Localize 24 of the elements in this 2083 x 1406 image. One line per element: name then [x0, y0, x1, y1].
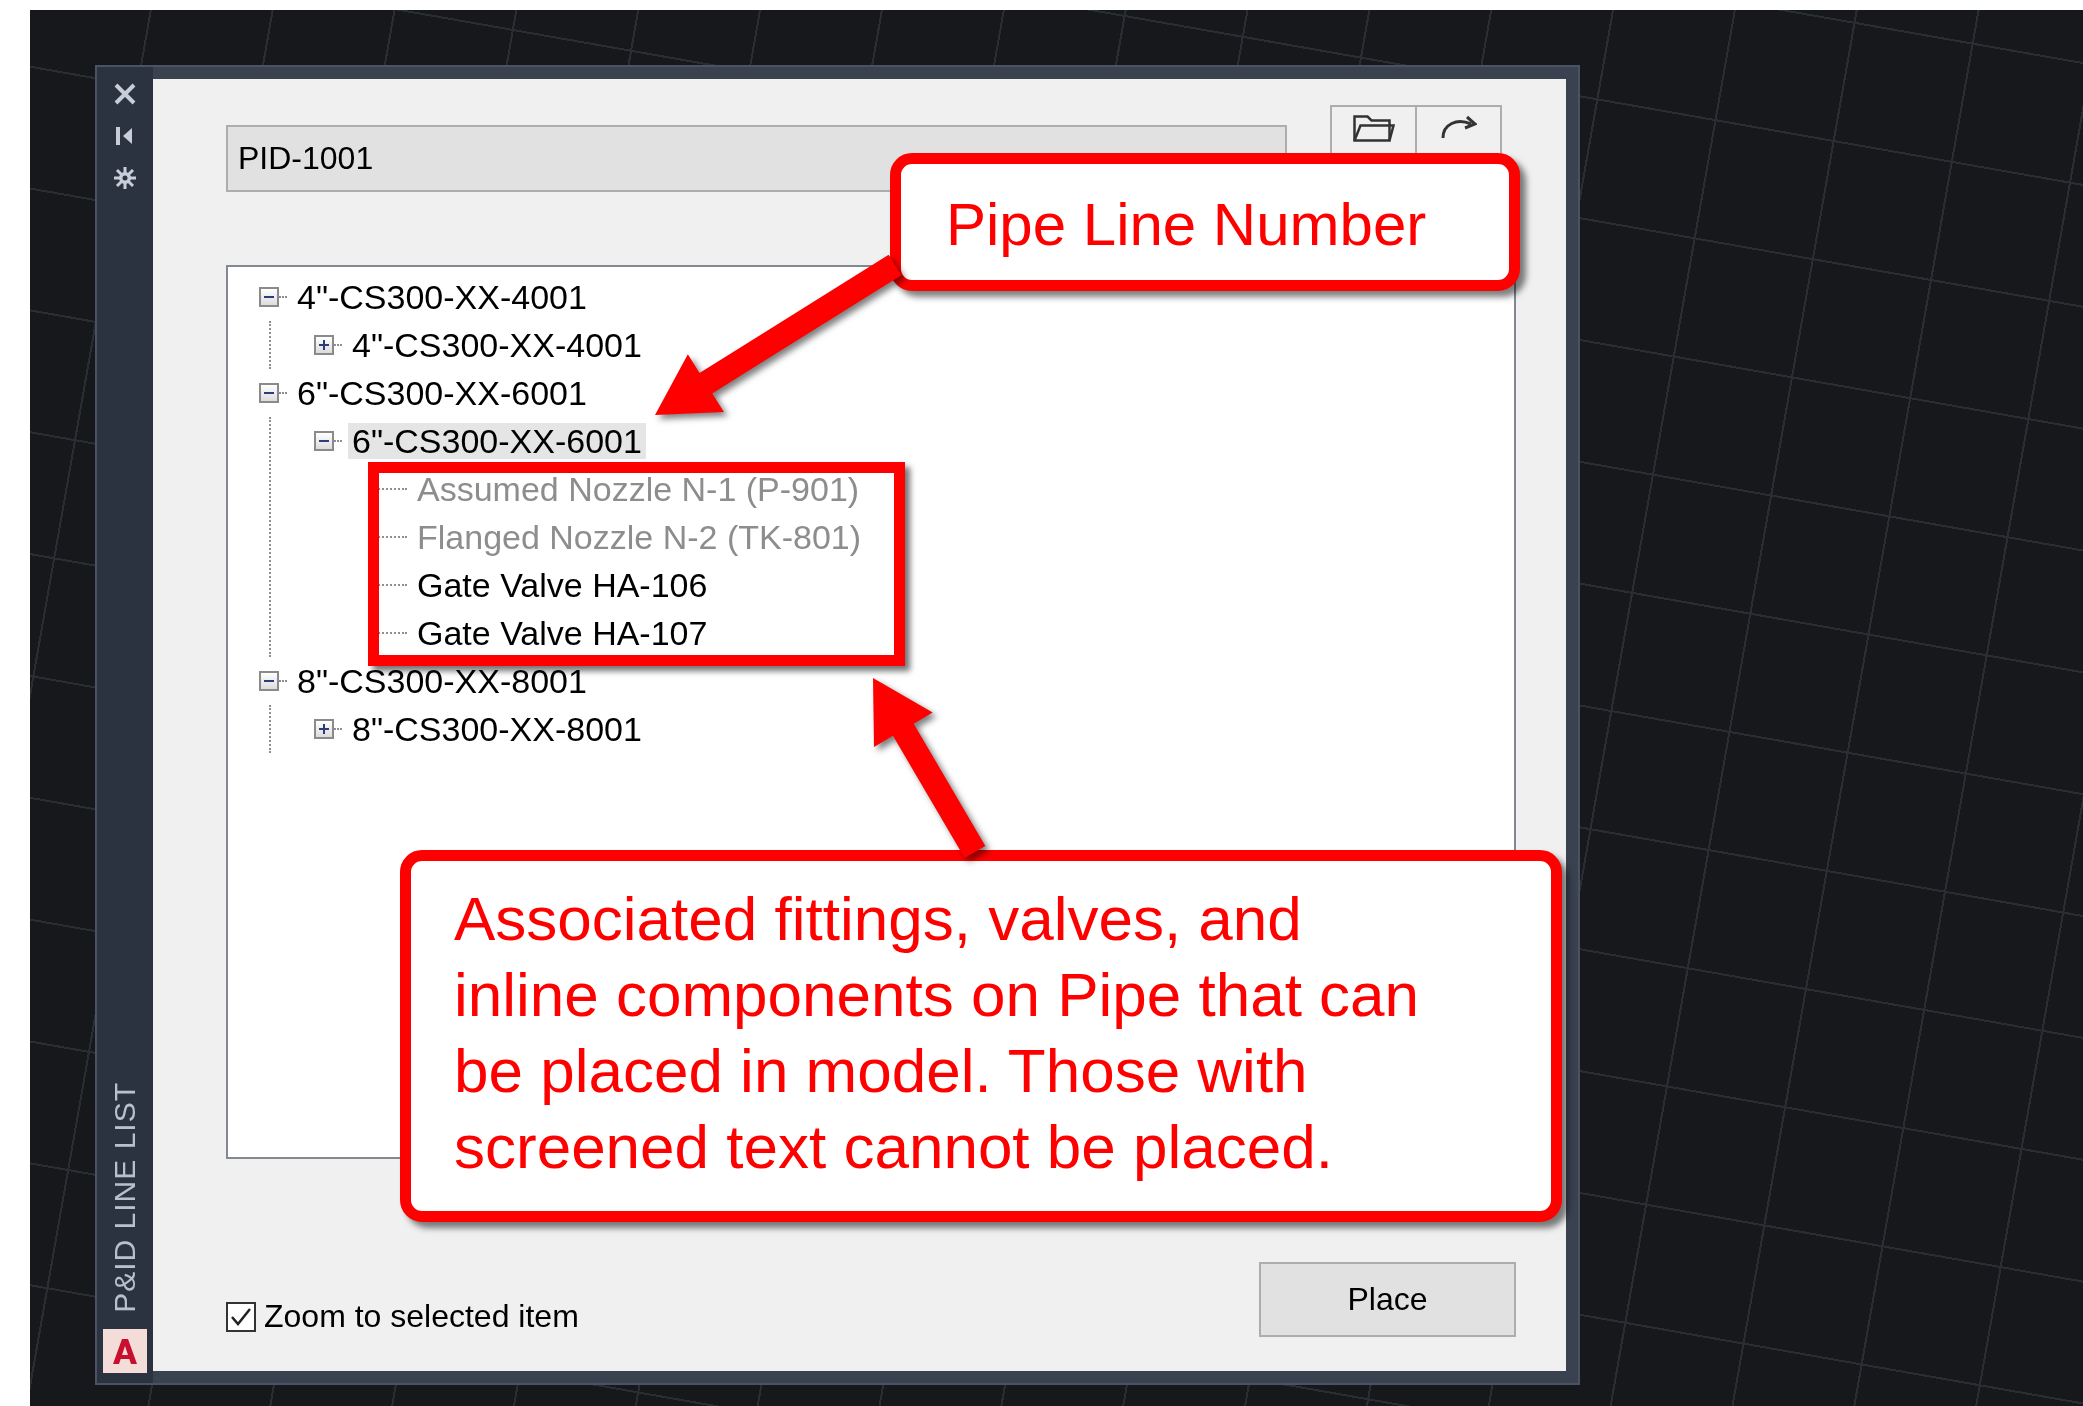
expand-icon[interactable] — [314, 335, 334, 355]
collapse-icon[interactable] — [259, 383, 279, 403]
callout-note: Associated fittings, valves, and inline components on Pipe that can be placed in model. Those with screened text cannot be placed. — [400, 850, 1562, 1222]
tree-item[interactable]: 8"-CS300-XX-8001 — [293, 663, 591, 699]
tree-item[interactable]: Gate Valve HA-106 — [413, 567, 712, 603]
callout-tooltip: Pipe Line Number — [890, 153, 1520, 291]
collapse-icon[interactable] — [259, 287, 279, 307]
checkbox-label: Zoom to selected item — [264, 1298, 579, 1335]
palette-title: P&ID LINE LIST — [108, 1082, 142, 1313]
tree-item[interactable]: 6"-CS300-XX-6001 — [293, 375, 591, 411]
tree-item[interactable]: Gate Valve HA-107 — [413, 615, 712, 651]
place-button[interactable]: Place — [1259, 1262, 1516, 1337]
settings-icon[interactable] — [112, 165, 138, 191]
tree-item[interactable]: 6"-CS300-XX-6001 — [348, 423, 646, 459]
collapse-icon[interactable] — [259, 671, 279, 691]
tree-item[interactable]: 8"-CS300-XX-8001 — [348, 711, 646, 747]
tree-item[interactable]: 4"-CS300-XX-4001 — [348, 327, 646, 363]
collapse-icon[interactable] — [314, 431, 334, 451]
checkbox[interactable] — [226, 1301, 256, 1332]
close-icon[interactable] — [112, 81, 138, 107]
folder-icon — [1352, 115, 1395, 142]
expand-icon[interactable] — [314, 719, 334, 739]
tree-item[interactable]: 4"-CS300-XX-4001 — [293, 279, 591, 315]
app-logo[interactable] — [103, 1329, 147, 1373]
